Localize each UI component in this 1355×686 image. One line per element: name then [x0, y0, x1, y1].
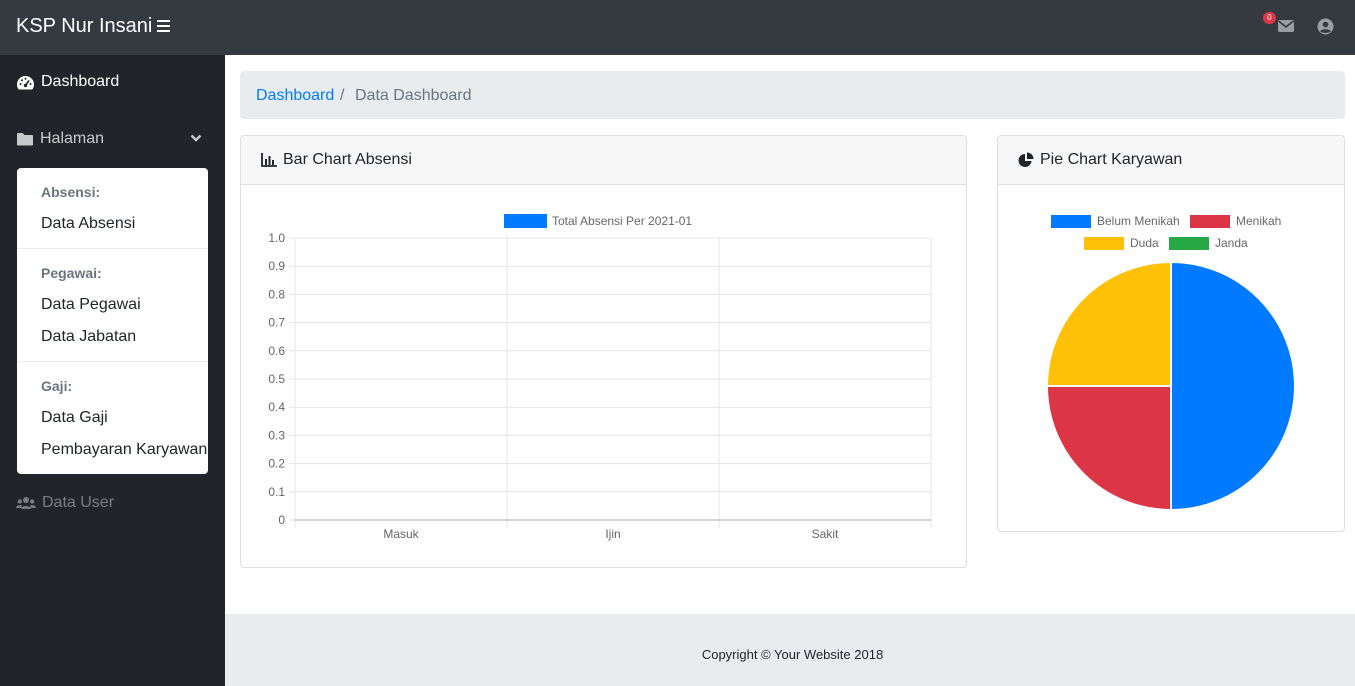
- y-tick-label: 0.4: [268, 400, 285, 414]
- sidebar-item-dashboard[interactable]: Dashboard: [16, 73, 119, 91]
- dropdown-item-data-absensi[interactable]: Data Absensi: [41, 215, 135, 233]
- x-tick-label: Masuk: [383, 527, 419, 541]
- chart-bar-icon: [261, 153, 277, 167]
- legend-swatch: [1190, 215, 1230, 228]
- breadcrumb-link-dashboard[interactable]: Dashboard: [256, 87, 334, 105]
- dropdown-header-pegawai: Pegawai:: [41, 265, 102, 281]
- pie-slice: [1170, 260, 1296, 512]
- pie-chart-card-title: Pie Chart Karyawan: [1040, 151, 1183, 168]
- user-circle-icon[interactable]: [1317, 18, 1334, 35]
- users-icon: [16, 497, 36, 509]
- sidebar-item-label: Halaman: [40, 130, 105, 147]
- y-tick-label: 0.6: [268, 344, 285, 358]
- breadcrumb-separator: /: [340, 87, 345, 104]
- mail-badge: 0: [1263, 12, 1276, 24]
- tachometer-icon: [17, 75, 34, 89]
- y-tick-label: 0.1: [268, 485, 285, 499]
- dropdown-item-data-gaji[interactable]: Data Gaji: [41, 409, 108, 427]
- dropdown-item-pembayaran-karyawan[interactable]: Pembayaran Karyawan: [41, 441, 207, 459]
- breadcrumb: Dashboard / Data Dashboard: [240, 71, 1345, 119]
- halaman-dropdown-menu: Absensi: Data Absensi Pegawai: Data Pega…: [17, 168, 208, 474]
- legend-swatch: [1084, 237, 1124, 250]
- pie-slice: [1045, 385, 1172, 512]
- sidebar-item-label: Data User: [42, 494, 115, 511]
- folder-icon: [17, 133, 33, 146]
- dropdown-item-data-jabatan[interactable]: Data Jabatan: [41, 328, 136, 346]
- y-tick-label: 0.8: [268, 287, 285, 301]
- bar-chart-card: Bar Chart Absensi Total Absensi Per 2021…: [240, 135, 967, 568]
- pie-slice: [1045, 260, 1172, 387]
- y-tick-label: 0.9: [268, 259, 285, 273]
- legend-swatch: [504, 214, 547, 228]
- bar-chart-card-header: Bar Chart Absensi: [241, 136, 966, 185]
- legend-label: Janda: [1215, 236, 1248, 250]
- bar-chart-card-title: Bar Chart Absensi: [283, 151, 412, 168]
- breadcrumb-active: Data Dashboard: [355, 87, 472, 104]
- y-tick-label: 0.5: [268, 372, 285, 386]
- top-navbar: KSP Nur Insani 0: [0, 0, 1355, 55]
- pie-chart-card-header: Pie Chart Karyawan: [998, 136, 1344, 185]
- dropdown-header-absensi: Absensi:: [41, 184, 101, 200]
- envelope-icon[interactable]: [1277, 18, 1295, 34]
- legend-swatch: [1051, 215, 1091, 228]
- pie-chart-card: Pie Chart Karyawan Belum Menikah Menikah D…: [997, 135, 1345, 532]
- bar-chart: Total Absensi Per 2021-01 1.0 0.9 0.8 0.7 0.6…: [268, 214, 932, 541]
- brand-title[interactable]: KSP Nur Insani: [16, 15, 152, 38]
- legend-label: Duda: [1130, 236, 1159, 250]
- dropdown-header-gaji: Gaji:: [41, 378, 73, 394]
- pie-chart: Belum Menikah Menikah Duda Janda: [1045, 214, 1296, 512]
- sidebar-item-halaman[interactable]: Halaman: [16, 130, 208, 148]
- y-tick-label: 1.0: [268, 231, 285, 245]
- x-tick-label: Ijin: [605, 527, 620, 541]
- legend-label: Total Absensi Per 2021-01: [552, 214, 692, 228]
- x-tick-label: Sakit: [812, 527, 839, 541]
- legend-swatch: [1169, 237, 1209, 250]
- y-tick-label: 0.7: [268, 316, 285, 330]
- dropdown-divider: [17, 248, 208, 249]
- footer-copyright: Copyright © Your Website 2018: [701, 647, 884, 662]
- sidebar-item-data-user[interactable]: Data User: [16, 494, 114, 512]
- chevron-down-icon: [190, 134, 202, 142]
- chart-pie-icon: [1018, 152, 1034, 167]
- dropdown-item-data-pegawai[interactable]: Data Pegawai: [41, 296, 141, 314]
- dropdown-divider: [17, 361, 208, 362]
- legend-label: Belum Menikah: [1097, 214, 1180, 228]
- legend-label: Menikah: [1236, 214, 1281, 228]
- bars-icon[interactable]: [157, 20, 170, 34]
- footer: Copyright © Your Website 2018: [225, 614, 1355, 686]
- y-tick-label: 0.2: [268, 457, 285, 471]
- sidebar-item-label: Dashboard: [41, 73, 120, 90]
- sidebar: Dashboard Halaman Absensi: Data Absensi …: [0, 55, 225, 686]
- y-tick-label: 0.3: [268, 428, 285, 442]
- y-tick-label: 0: [278, 513, 285, 527]
